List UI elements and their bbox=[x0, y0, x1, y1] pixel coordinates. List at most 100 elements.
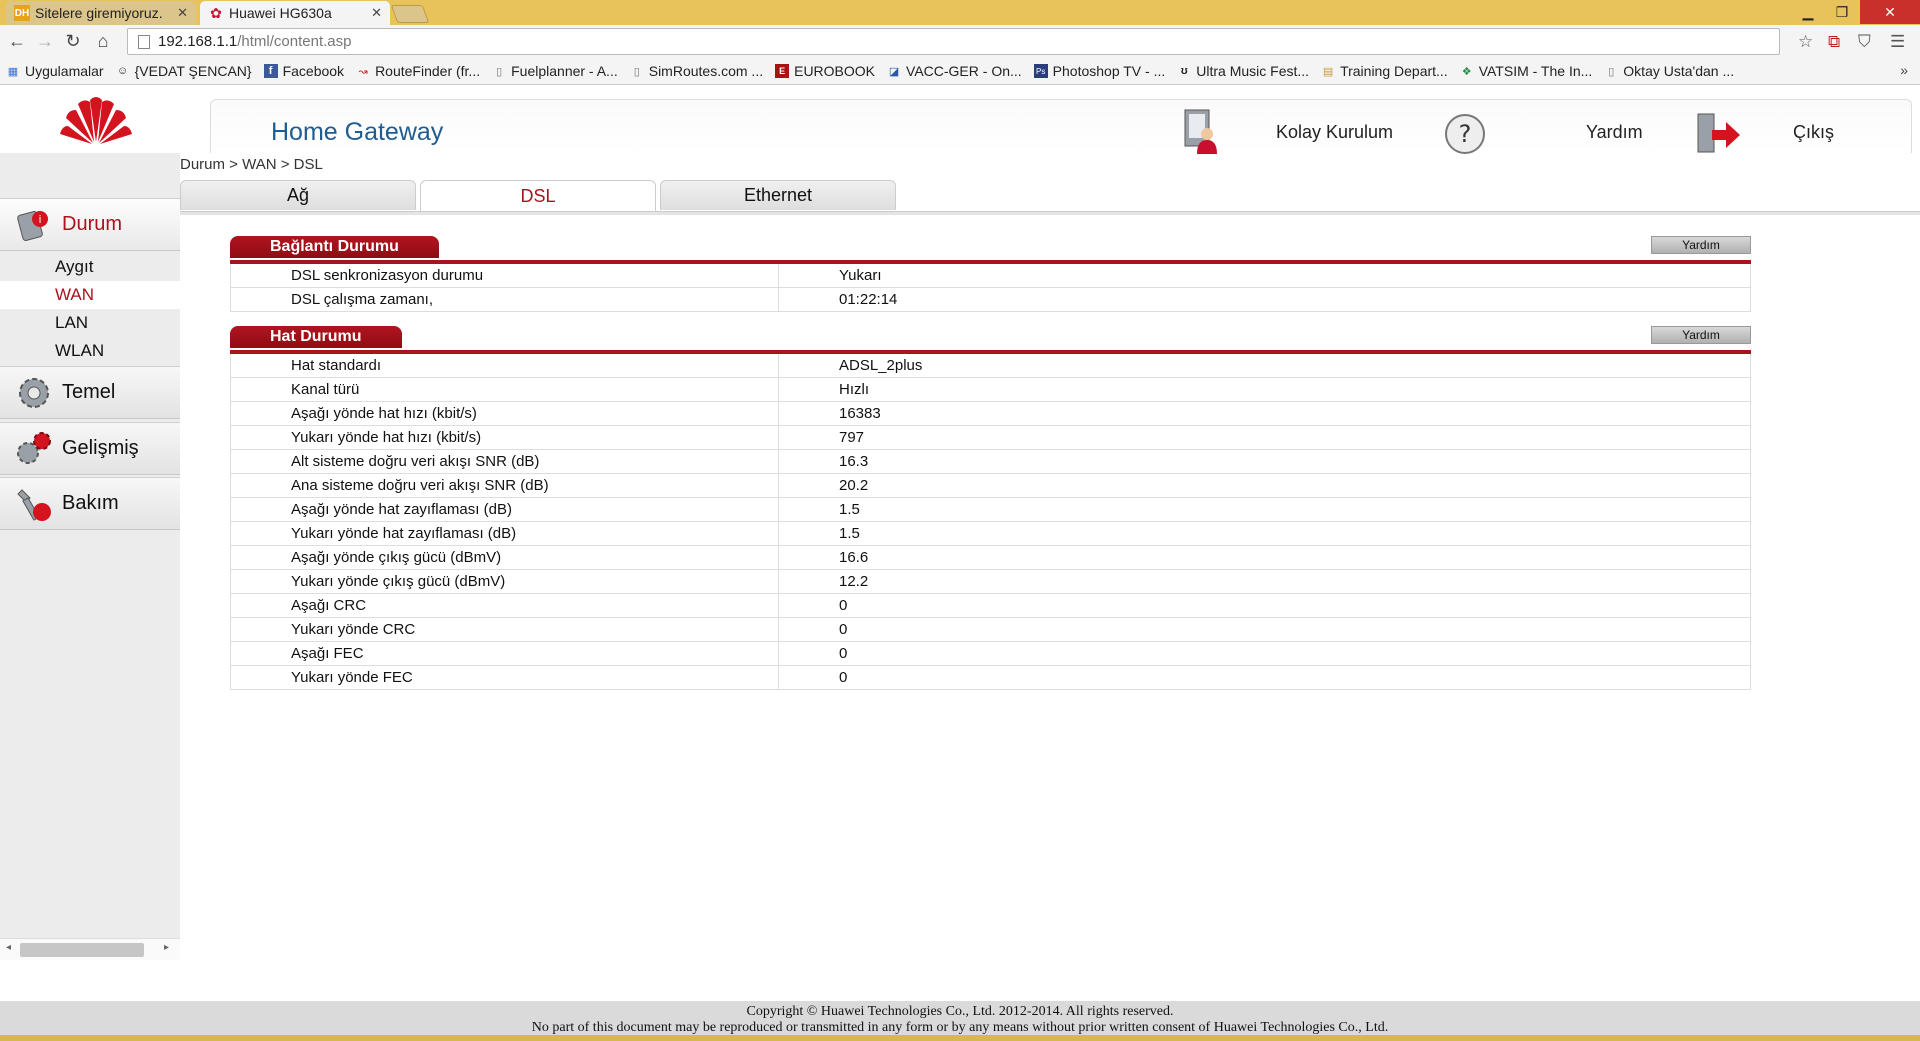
bookmark-item[interactable]: E EUROBOOK bbox=[775, 63, 875, 79]
reload-icon[interactable]: ↻ bbox=[62, 30, 84, 52]
row-label: Kanal türü bbox=[231, 378, 779, 401]
table-row: DSL senkronizasyon durumu Yukarı bbox=[230, 264, 1751, 288]
apps-grid-icon: ▦ bbox=[7, 65, 19, 78]
bookmark-apps[interactable]: ▦ Uygulamalar bbox=[6, 63, 104, 79]
row-value: 1.5 bbox=[839, 525, 860, 542]
vacc-icon: ◪ bbox=[888, 65, 900, 78]
row-value: 0 bbox=[839, 669, 848, 686]
help-icon[interactable]: ? bbox=[1443, 108, 1487, 154]
page-tabs: Ağ DSL Ethernet bbox=[180, 180, 1920, 212]
back-icon[interactable]: ← bbox=[6, 30, 28, 52]
sidebar-sub-lan[interactable]: LAN bbox=[0, 309, 180, 337]
scroll-right-icon[interactable]: ▸ bbox=[164, 942, 169, 953]
bookmark-item[interactable]: Ps Photoshop TV - ... bbox=[1033, 63, 1165, 79]
url-input[interactable]: 192.168.1.1/html/content.asp bbox=[127, 28, 1780, 55]
bookmark-item[interactable]: ↝ RouteFinder (fr... bbox=[356, 63, 480, 79]
browser-tab-2[interactable]: ✿ Huawei HG630a ✕ bbox=[200, 1, 390, 25]
table-row: Aşağı yönde çıkış gücü (dBmV) 16.6 bbox=[230, 546, 1751, 570]
row-value: 0 bbox=[839, 621, 848, 638]
panel-help-button[interactable]: Yardım bbox=[1651, 236, 1751, 254]
minimize-icon[interactable]: ▁ bbox=[1796, 0, 1820, 24]
line-status-panel: Hat Durumu Yardım Hat standardı ADSL_2plu… bbox=[230, 326, 1751, 690]
table-row: Aşağı yönde hat zayıflaması (dB) 1.5 bbox=[230, 498, 1751, 522]
restore-icon[interactable]: ❐ bbox=[1830, 0, 1854, 24]
new-tab-button[interactable] bbox=[390, 5, 430, 23]
row-label: Yukarı yönde FEC bbox=[231, 666, 779, 689]
sidebar-sub-wan[interactable]: WAN bbox=[0, 281, 180, 309]
table-row: Aşağı yönde hat hızı (kbit/s) 16383 bbox=[230, 402, 1751, 426]
router-page: Home Gateway Kolay Kurulum ? Yardım Çıkı… bbox=[0, 86, 1920, 1001]
menu-icon[interactable]: ☰ bbox=[1890, 32, 1905, 52]
photoshop-icon: Ps bbox=[1033, 64, 1048, 78]
page-title: Home Gateway bbox=[271, 118, 444, 146]
bookmark-item[interactable]: ▯ SimRoutes.com ... bbox=[630, 63, 763, 79]
extension-icon[interactable]: ⧉ bbox=[1828, 32, 1840, 52]
window-close-icon[interactable]: ✕ bbox=[1860, 0, 1920, 24]
sidebar-sub-device[interactable]: Aygıt bbox=[0, 253, 180, 281]
close-icon[interactable]: ✕ bbox=[371, 5, 382, 21]
copyright-text: Copyright © Huawei Technologies Co., Ltd… bbox=[746, 1004, 1174, 1019]
sidebar-sub-wlan[interactable]: WLAN bbox=[0, 337, 180, 365]
line-rows: Hat standardı ADSL_2plus Kanal türü Hızlı Aş… bbox=[230, 354, 1751, 690]
panel-title: Bağlantı Durumu bbox=[230, 236, 439, 258]
quick-setup-link[interactable]: Kolay Kurulum bbox=[1276, 122, 1393, 143]
close-icon[interactable]: ✕ bbox=[177, 5, 188, 21]
bookmark-item[interactable]: ▤ Training Depart... bbox=[1321, 63, 1448, 79]
row-value: ADSL_2plus bbox=[839, 357, 923, 374]
logout-link[interactable]: Çıkış bbox=[1793, 122, 1834, 143]
bookmark-item[interactable]: f Facebook bbox=[263, 63, 344, 79]
copyright-block: Copyright © Huawei Technologies Co., Ltd… bbox=[0, 1001, 1920, 1035]
row-value: Yukarı bbox=[839, 267, 882, 284]
huawei-icon: ✿ bbox=[210, 4, 222, 21]
header-bar: Home Gateway Kolay Kurulum ? Yardım Çıkı… bbox=[210, 99, 1912, 154]
row-value: 16383 bbox=[839, 405, 881, 422]
quick-setup-icon[interactable] bbox=[1181, 108, 1225, 154]
help-link[interactable]: Yardım bbox=[1586, 122, 1643, 143]
row-value: 1.5 bbox=[839, 501, 860, 518]
row-value: 12.2 bbox=[839, 573, 869, 590]
bookmark-item[interactable]: ☺ {VEDAT ŞENCAN} bbox=[116, 63, 252, 79]
scroll-left-icon[interactable]: ◂ bbox=[6, 942, 11, 953]
tab-ethernet[interactable]: Ethernet bbox=[660, 180, 896, 210]
sidebar-item-label: Durum bbox=[62, 213, 123, 235]
status-icon: i bbox=[17, 210, 48, 241]
bookmark-item[interactable]: ▯ Oktay Usta'dan ... bbox=[1604, 63, 1734, 79]
forward-icon[interactable]: → bbox=[34, 30, 56, 52]
row-label: Aşağı yönde hat hızı (kbit/s) bbox=[231, 402, 779, 425]
url-path: /html/content.asp bbox=[237, 33, 352, 50]
scrollbar-thumb[interactable] bbox=[20, 943, 144, 957]
star-icon[interactable]: ☆ bbox=[1798, 32, 1813, 52]
bookmark-item[interactable]: ◪ VACC-GER - On... bbox=[887, 63, 1022, 79]
sidebar-item-advanced[interactable]: Gelişmiş bbox=[0, 422, 180, 475]
horizontal-scrollbar[interactable]: ◂ ▸ bbox=[0, 938, 180, 960]
svg-text:?: ? bbox=[1459, 120, 1472, 148]
logout-icon[interactable] bbox=[1696, 108, 1740, 154]
row-label: Yukarı yönde hat zayıflaması (dB) bbox=[231, 522, 779, 545]
shield-icon[interactable]: ⛉ bbox=[1858, 32, 1871, 52]
table-row: DSL çalışma zamanı, 01:22:14 bbox=[230, 288, 1751, 312]
table-row: Yukarı yönde FEC 0 bbox=[230, 666, 1751, 690]
tab-dsl[interactable]: DSL bbox=[420, 180, 656, 211]
tab-network[interactable]: Ağ bbox=[180, 180, 416, 210]
table-row: Kanal türü Hızlı bbox=[230, 378, 1751, 402]
sidebar-item-basic[interactable]: Temel bbox=[0, 366, 180, 419]
eurobook-icon: E bbox=[775, 64, 790, 78]
bookmark-item[interactable]: ▯ Fuelplanner - A... bbox=[492, 63, 618, 79]
gear-icon bbox=[19, 377, 49, 408]
sidebar-item-maintenance[interactable]: Bakım bbox=[0, 477, 180, 530]
row-value: 16.3 bbox=[839, 453, 869, 470]
connection-rows: DSL senkronizasyon durumu Yukarı DSL çalış… bbox=[230, 264, 1751, 312]
huawei-logo-icon bbox=[60, 97, 132, 144]
person-icon: ☺ bbox=[116, 65, 129, 77]
sidebar-item-label: Bakım bbox=[62, 492, 119, 514]
row-value: 01:22:14 bbox=[839, 291, 898, 308]
browser-tab-1[interactable]: DH Sitelere giremiyoruz. ✕ bbox=[6, 1, 196, 25]
home-icon[interactable]: ⌂ bbox=[92, 30, 114, 52]
bookmark-item[interactable]: ʊ Ultra Music Fest... bbox=[1177, 63, 1309, 79]
bookmark-item[interactable]: ❖ VATSIM - The In... bbox=[1460, 63, 1593, 79]
sidebar-item-status[interactable]: i Durum bbox=[0, 198, 180, 251]
panel-help-button[interactable]: Yardım bbox=[1651, 326, 1751, 344]
panel-header: Bağlantı Durumu Yardım bbox=[230, 236, 1751, 260]
bookmarks-more-icon[interactable]: » bbox=[1900, 62, 1908, 78]
row-label: Yukarı yönde CRC bbox=[231, 618, 779, 641]
